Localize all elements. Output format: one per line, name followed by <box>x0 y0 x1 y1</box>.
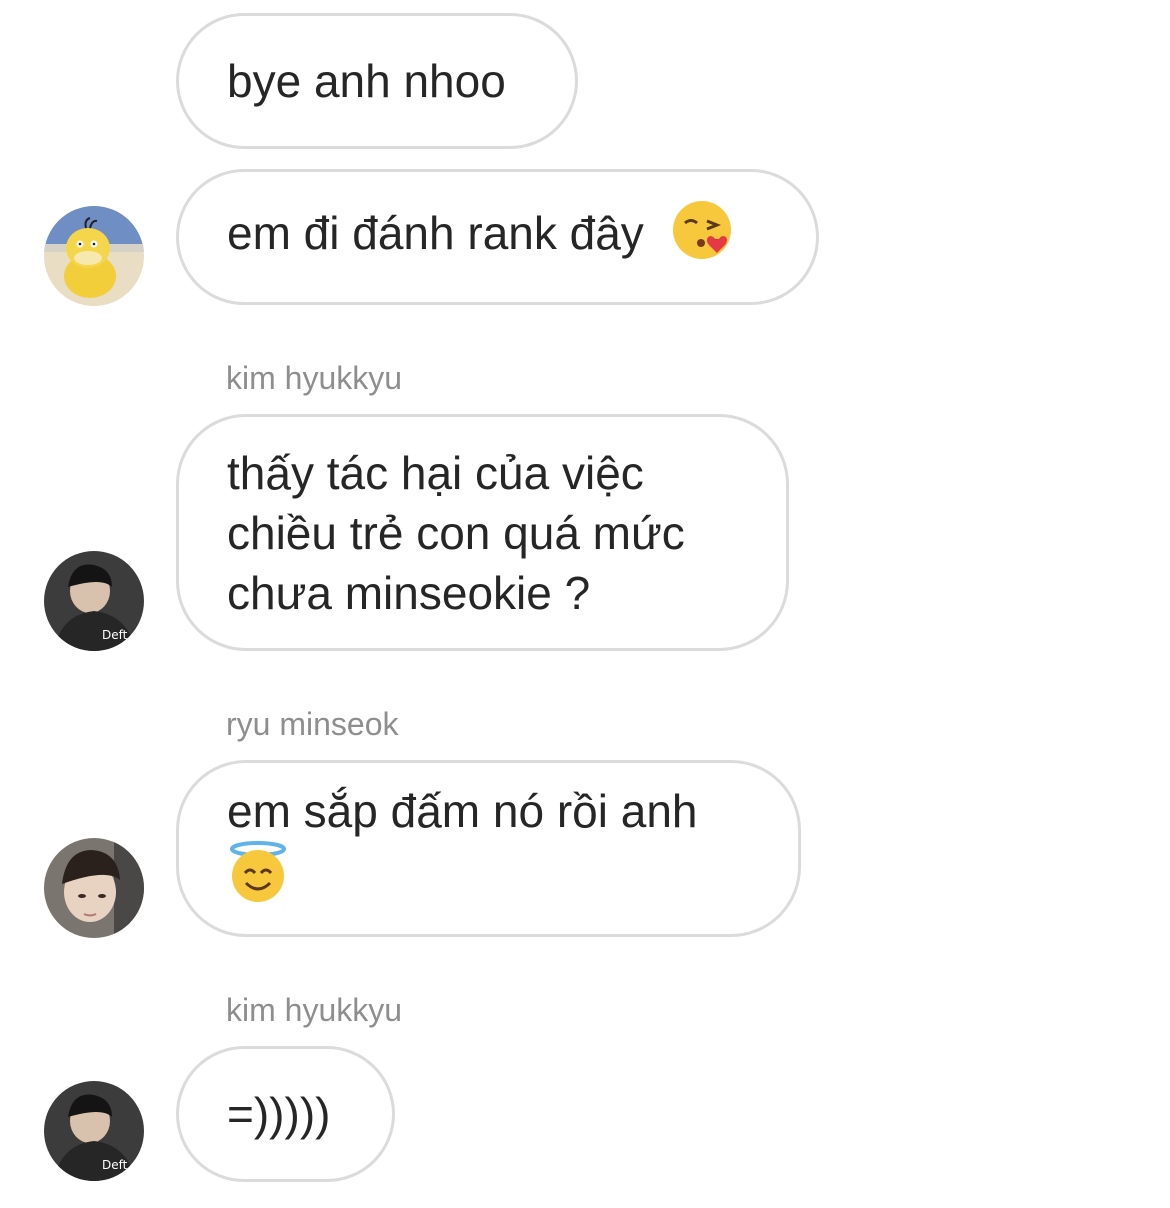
message-bubble[interactable]: thấy tác hại của việc chiều trẻ con quá … <box>176 414 789 651</box>
sender-name: kim hyukkyu <box>226 360 403 396</box>
message-text: bye anh nhoo <box>227 55 506 107</box>
face-blowing-kiss-emoji <box>671 199 733 275</box>
message-text: em sắp đấm nó rồi anh <box>227 784 698 837</box>
message-bubble[interactable]: =))))) <box>176 1046 395 1182</box>
message-text: em đi đánh rank đây <box>227 199 768 275</box>
message-bubble[interactable]: em sắp đấm nó rồi anh <box>176 760 801 937</box>
message-bubble[interactable]: em đi đánh rank đây <box>176 169 819 305</box>
message-text: chiều trẻ con quá mức <box>227 506 685 559</box>
psyduck-avatar[interactable] <box>44 206 144 306</box>
user-avatar[interactable]: Deft <box>44 1081 144 1181</box>
message-text <box>227 840 750 917</box>
message-text: thấy tác hại của việc <box>227 446 644 499</box>
message-bubble[interactable]: bye anh nhoo <box>176 13 578 149</box>
message-text: chưa minseokie ? <box>227 566 591 619</box>
avatar-caption: Deft <box>102 628 128 642</box>
avatar-caption: Deft <box>102 1158 128 1172</box>
sender-name: kim hyukkyu <box>226 992 403 1028</box>
user-avatar[interactable]: Deft <box>44 551 144 651</box>
sender-name: ryu minseok <box>226 706 399 742</box>
message-text: =))))) <box>227 1088 331 1140</box>
user-avatar[interactable] <box>44 838 144 938</box>
smiling-face-with-halo-emoji <box>227 840 289 917</box>
